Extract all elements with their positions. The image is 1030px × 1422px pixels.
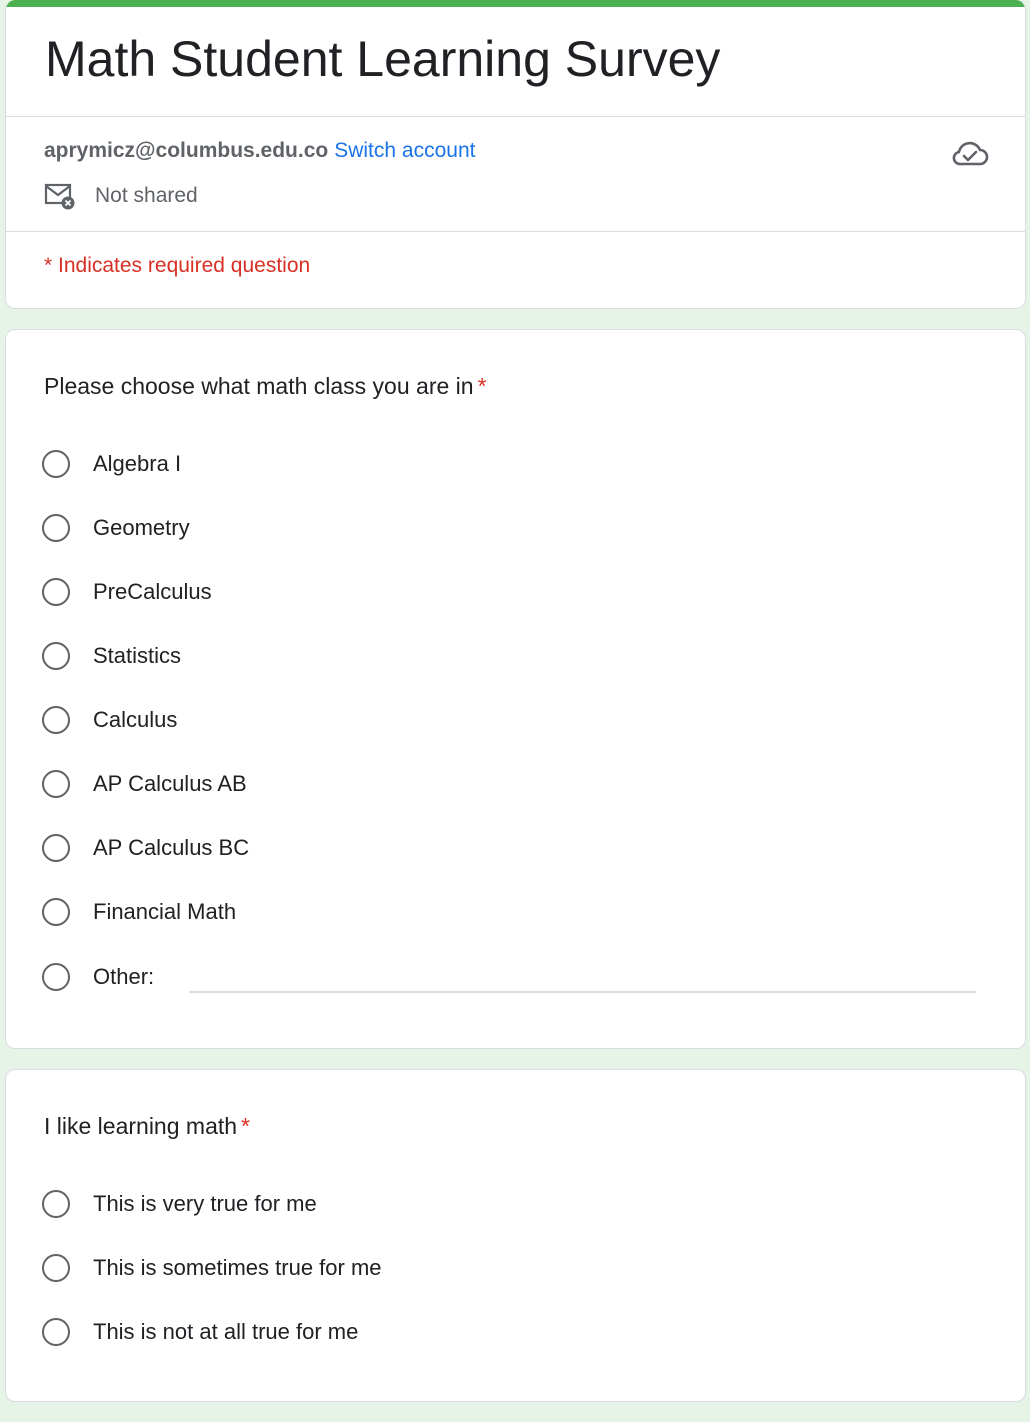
option-label: This is very true for me [93,1191,317,1216]
option-label: Statistics [93,643,182,668]
other-input-underline [189,991,976,993]
radio-button[interactable] [42,514,70,542]
option-algebra-i[interactable]: Algebra I [42,446,181,482]
option-statistics[interactable]: Statistics [42,638,181,674]
question-title: Please choose what math class you are in… [44,373,487,400]
question-title-text: I like learning math [44,1113,238,1139]
form-title: Math Student Learning Survey [45,31,721,87]
option-not-true[interactable]: This is not at all true for me [42,1314,358,1350]
option-label: This is not at all true for me [93,1319,359,1344]
option-calculus[interactable]: Calculus [42,702,177,738]
option-very-true[interactable]: This is very true for me [42,1186,317,1222]
form-header-card: Math Student Learning Survey aprymicz@co… [5,0,1026,309]
sharing-status-row: Not shared [44,182,198,210]
option-label: Algebra I [93,451,182,476]
option-geometry[interactable]: Geometry [42,510,190,546]
option-ap-calculus-ab[interactable]: AP Calculus AB [42,766,247,802]
option-sometimes-true[interactable]: This is sometimes true for me [42,1250,382,1286]
option-ap-calculus-bc[interactable]: AP Calculus BC [42,830,249,866]
radio-button[interactable] [42,1190,70,1218]
question-card-math-class: Please choose what math class you are in… [5,329,1026,1049]
accent-bar [6,0,1025,7]
cloud-check-icon[interactable] [951,138,989,170]
switch-account-link[interactable]: Switch account [334,139,475,162]
radio-button[interactable] [42,963,70,991]
option-other[interactable]: Other: [42,959,154,995]
option-label: AP Calculus BC [93,835,250,860]
mail-not-shared-icon [44,183,75,210]
option-label: This is sometimes true for me [93,1255,382,1280]
account-row: aprymicz@columbus.edu.co Switch account [44,139,475,163]
option-label: Financial Math [93,899,237,924]
option-financial-math[interactable]: Financial Math [42,894,236,930]
question-card-like-math: I like learning math * This is very true … [5,1069,1026,1402]
option-label: Calculus [93,707,178,732]
required-asterisk: * [241,1113,250,1139]
radio-button[interactable] [42,898,70,926]
question-title: I like learning math * [44,1113,250,1140]
other-text-input[interactable] [189,960,980,992]
radio-button[interactable] [42,770,70,798]
account-email: aprymicz@columbus.edu.co [44,139,329,162]
option-label: AP Calculus AB [93,771,247,796]
option-label: Other: [93,964,155,989]
option-precalculus[interactable]: PreCalculus [42,574,212,610]
radio-button[interactable] [42,834,70,862]
divider [6,231,1025,232]
radio-button[interactable] [42,706,70,734]
radio-button[interactable] [42,578,70,606]
required-asterisk: * [477,373,487,399]
option-label: PreCalculus [93,579,212,604]
question-title-text: Please choose what math class you are in [44,373,474,399]
radio-button[interactable] [42,450,70,478]
divider [6,116,1025,117]
option-label: Geometry [93,515,190,540]
required-note: * Indicates required question [44,254,311,277]
radio-button[interactable] [42,642,70,670]
sharing-status: Not shared [95,184,198,207]
radio-button[interactable] [42,1318,70,1346]
radio-button[interactable] [42,1254,70,1282]
